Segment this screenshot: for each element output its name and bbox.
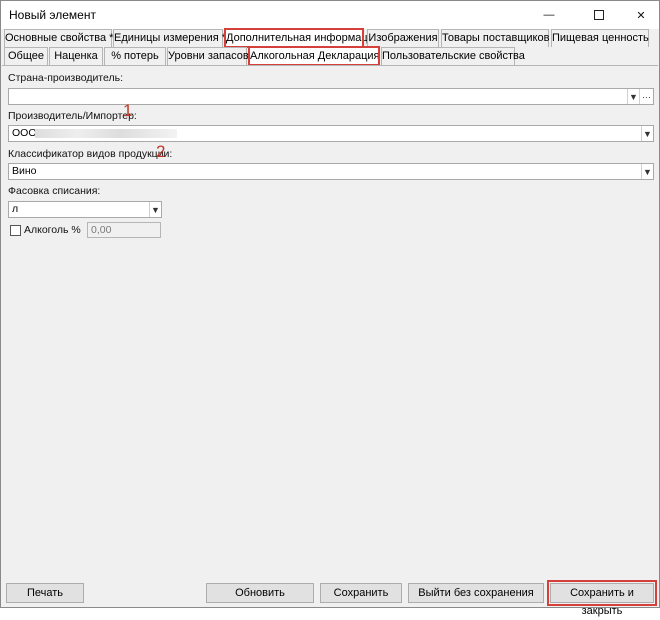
country-label: Страна-производитель: (8, 72, 124, 84)
tab-nutrition[interactable]: Пищевая ценность (551, 29, 649, 47)
classifier-value: Вино (12, 165, 37, 177)
primary-tab-bar: Основные свойства * Единицы измерения * … (1, 28, 659, 48)
annotation-marker-1: 1 (123, 101, 133, 120)
refresh-button[interactable]: Обновить (206, 583, 314, 603)
tab-units[interactable]: Единицы измерения * (113, 29, 226, 47)
ellipsis-button[interactable]: ··· (639, 89, 653, 104)
tab-additional-info[interactable]: Дополнительная информация (224, 28, 380, 48)
minimize-icon: — (543, 9, 555, 21)
classifier-label: Классификатор видов продукции: (8, 148, 173, 160)
tab-markup[interactable]: Наценка (49, 47, 103, 65)
classifier-combo[interactable]: Вино ▼ (8, 163, 654, 180)
packaging-combo[interactable]: л ▼ (8, 201, 162, 218)
maximize-icon (594, 10, 604, 20)
window-title: Новый элемент (9, 8, 96, 22)
close-icon: ✕ (636, 9, 646, 22)
tab-custom-properties[interactable]: Пользовательские свойства (381, 47, 525, 65)
chevron-down-icon[interactable]: ▼ (627, 89, 639, 104)
annotation-marker-2: 2 (156, 142, 166, 161)
footer-bar: Печать Обновить Сохранить Выйти без сохр… (2, 579, 658, 617)
packaging-value: л (12, 203, 19, 215)
minimize-button[interactable]: — (527, 1, 571, 29)
tab-images[interactable]: Изображения (367, 29, 439, 47)
maximize-button[interactable] (577, 1, 621, 29)
title-bar: Новый элемент — ✕ (1, 1, 659, 29)
secondary-tab-bar: Общее Наценка % потерь Уровни запасов Ал… (1, 46, 659, 66)
chevron-down-icon[interactable]: ▼ (641, 126, 653, 141)
alcohol-percent-field[interactable]: 0,00 (87, 222, 161, 238)
producer-value: ООО (12, 127, 37, 139)
tab-main-properties[interactable]: Основные свойства * (4, 29, 113, 47)
producer-combo[interactable]: ООО ▼ (8, 125, 654, 142)
dialog-window: Новый элемент — ✕ Основные свойства * Ед… (0, 0, 660, 617)
close-button[interactable]: ✕ (619, 1, 660, 29)
chevron-down-icon[interactable]: ▼ (641, 164, 653, 179)
tab-loss-percent[interactable]: % потерь (104, 47, 166, 65)
country-combo[interactable]: ▼ ··· (8, 88, 654, 105)
redacted-text (35, 129, 177, 138)
save-and-close-button[interactable]: Сохранить и закрыть (547, 580, 657, 617)
exit-without-saving-button[interactable]: Выйти без сохранения (408, 583, 544, 603)
producer-label: Производитель/Импортер: (8, 110, 137, 122)
alcohol-label: Алкоголь % (24, 224, 81, 236)
packaging-label: Фасовка списания: (8, 185, 101, 197)
save-button[interactable]: Сохранить (320, 583, 402, 603)
tab-alcohol-declaration[interactable]: Алкогольная Декларация (248, 46, 380, 66)
alcohol-checkbox[interactable] (10, 225, 21, 236)
print-button[interactable]: Печать (6, 583, 84, 603)
chevron-down-icon[interactable]: ▼ (149, 202, 161, 217)
tab-general[interactable]: Общее (4, 47, 48, 65)
alcohol-declaration-panel: Страна-производитель: ▼ ··· Производител… (2, 65, 658, 573)
tab-stock-levels[interactable]: Уровни запасов (167, 47, 249, 65)
tab-supplier-goods[interactable]: Товары поставщиков (441, 29, 549, 47)
